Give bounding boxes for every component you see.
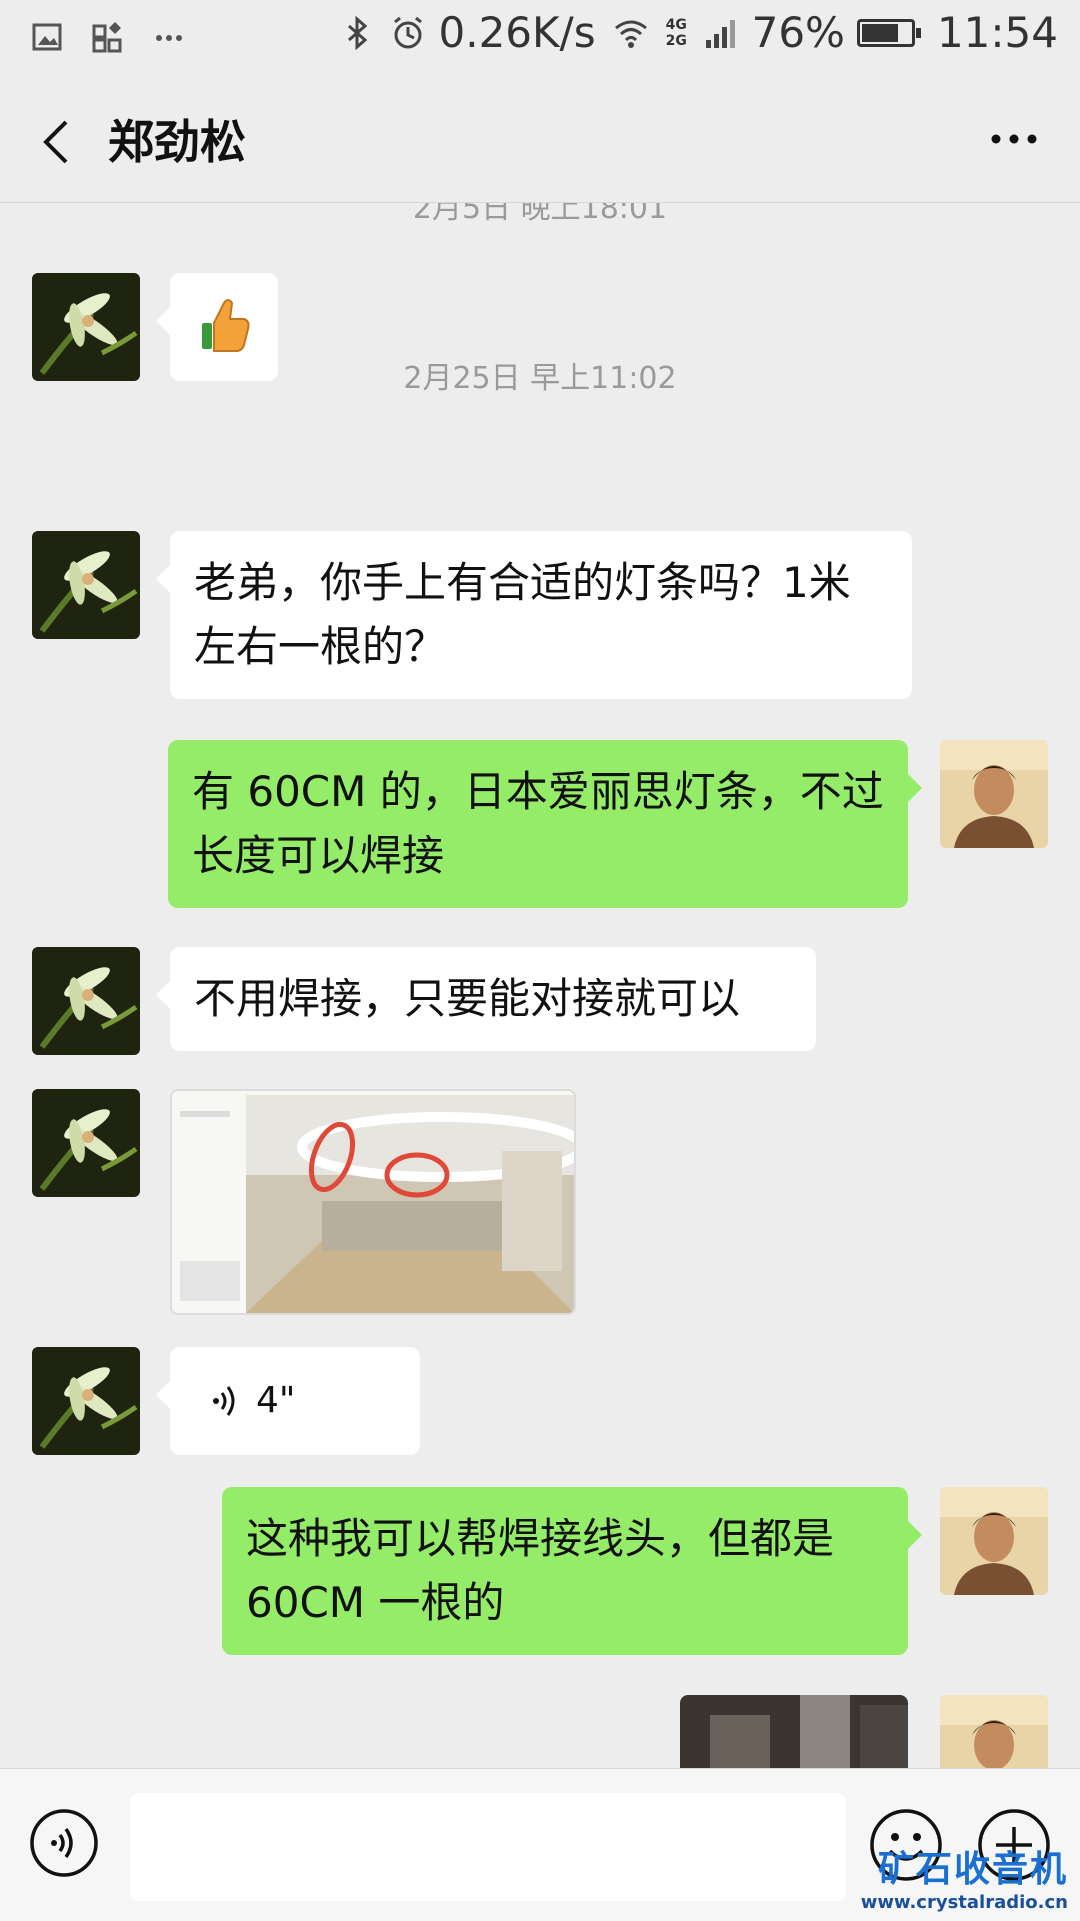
- network-type: 4G 2G: [665, 16, 687, 49]
- message-bubble-incoming[interactable]: 老弟，你手上有合适的灯条吗？1米左右一根的？: [156, 531, 912, 699]
- clock: 11:54: [936, 8, 1058, 57]
- contact-avatar[interactable]: [32, 1347, 140, 1455]
- image-message[interactable]: [680, 1695, 908, 1768]
- contact-avatar[interactable]: [32, 531, 140, 639]
- chat-header: 郑劲松: [0, 76, 1080, 203]
- my-avatar[interactable]: [940, 1695, 1048, 1768]
- message-bubble-incoming[interactable]: 不用焊接，只要能对接就可以: [156, 947, 816, 1051]
- voice-message[interactable]: 4": [156, 1347, 420, 1455]
- contact-avatar[interactable]: [32, 947, 140, 1055]
- voice-input-icon[interactable]: [28, 1807, 100, 1879]
- message-bubble-outgoing[interactable]: 有 60CM 的，日本爱丽思灯条，不过长度可以焊接: [168, 740, 922, 908]
- message-text: 老弟，你手上有合适的灯条吗？1米左右一根的？: [194, 558, 851, 671]
- message-bubble-outgoing[interactable]: 这种我可以帮焊接线头，但都是60CM 一根的: [222, 1487, 922, 1655]
- message-list[interactable]: 2月5日 晚上18:01 2月25日 早上11:02 老弟，你手上有合适的灯条吗…: [0, 203, 1080, 1768]
- network-speed: 0.26K/s: [438, 8, 596, 57]
- voice-duration: 4": [256, 1380, 296, 1421]
- message-input[interactable]: [130, 1793, 846, 1901]
- gallery-notification-icon: [32, 23, 62, 51]
- alarm-icon: [393, 16, 422, 48]
- more-notifications-icon: [156, 35, 182, 41]
- watermark: 矿石收音机 www.crystalradio.cn: [861, 1840, 1068, 1913]
- more-options-icon[interactable]: [984, 114, 1044, 164]
- my-avatar[interactable]: [940, 740, 1048, 848]
- apps-notification-icon: [92, 22, 122, 53]
- timestamp: 2月5日 晚上18:01: [412, 203, 668, 226]
- contact-avatar[interactable]: [32, 1089, 140, 1197]
- image-message[interactable]: [170, 1089, 576, 1315]
- input-bar: 矿石收音机 www.crystalradio.cn: [0, 1768, 1080, 1921]
- bluetooth-icon: [347, 15, 367, 50]
- battery-percent: 76%: [751, 8, 845, 57]
- message-text: 有 60CM 的，日本爱丽思灯条，不过长度可以焊接: [192, 767, 884, 880]
- watermark-title: 矿石收音机: [877, 1849, 1068, 1890]
- my-avatar[interactable]: [940, 1487, 1048, 1595]
- battery-icon: [856, 18, 921, 47]
- photo-thumbnail: [172, 1091, 574, 1313]
- timestamp: 2月25日 早上11:02: [403, 361, 677, 396]
- contact-name: 郑劲松: [108, 115, 246, 169]
- voice-wave-icon: [213, 1386, 235, 1416]
- status-bar: 0.26K/s 4G 2G 76% 11:54: [0, 0, 1080, 76]
- back-arrow-icon[interactable]: [30, 112, 90, 172]
- watermark-url: www.crystalradio.cn: [860, 1892, 1068, 1913]
- signal-icon: [705, 19, 735, 48]
- wifi-icon: [614, 20, 647, 48]
- photo-thumbnail: [680, 1695, 908, 1768]
- message-text: 这种我可以帮焊接线头，但都是60CM 一根的: [246, 1514, 835, 1627]
- message-text: 不用焊接，只要能对接就可以: [194, 974, 741, 1023]
